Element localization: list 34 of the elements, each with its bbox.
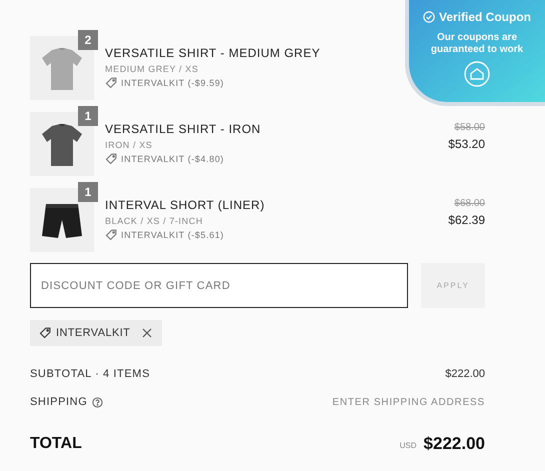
product-variant: MEDIUM GREY / XS bbox=[105, 63, 198, 75]
discount-text: INTERVALKIT (-$5.61) bbox=[121, 229, 224, 241]
total-value: $222.00 bbox=[424, 433, 485, 456]
applied-code: INTERVALKIT bbox=[56, 326, 130, 341]
product-title: VERSATILE SHIRT - IRON bbox=[105, 122, 261, 136]
discount-code-field[interactable]: DISCOUNT CODE OR GIFT CARD bbox=[30, 263, 408, 308]
help-icon[interactable] bbox=[92, 396, 104, 408]
product-title: VERSATILE SHIRT - MEDIUM GREY bbox=[105, 46, 320, 60]
check-icon bbox=[422, 11, 435, 23]
shipping-label: SHIPPING bbox=[30, 394, 88, 410]
subtotal-value: $222.00 bbox=[445, 366, 485, 382]
shipping-value: ENTER SHIPPING ADDRESS bbox=[332, 396, 485, 410]
quantity-badge: 2 bbox=[78, 30, 98, 50]
tag-icon bbox=[39, 327, 51, 339]
original-price: $68.00 bbox=[454, 198, 485, 210]
quantity-badge: 1 bbox=[78, 182, 98, 202]
subtotal-label: SUBTOTAL · 4 ITEMS bbox=[30, 366, 150, 382]
original-price: $58.00 bbox=[454, 122, 485, 134]
discount-text: INTERVALKIT (-$9.59) bbox=[121, 77, 224, 89]
product-variant: IRON / XS bbox=[105, 139, 152, 151]
currency-code: USD bbox=[400, 440, 417, 452]
tag-icon bbox=[105, 229, 117, 241]
tag-icon bbox=[105, 77, 117, 89]
product-variant: BLACK / XS / 7-INCH bbox=[105, 215, 203, 227]
popup-title: Verified Coupon bbox=[438, 9, 531, 26]
product-title: INTERVAL SHORT (LINER) bbox=[105, 198, 265, 212]
total-label: TOTAL bbox=[30, 434, 82, 454]
price: $53.20 bbox=[448, 137, 485, 151]
price: $62.39 bbox=[448, 213, 485, 227]
popup-message: Our coupons are guaranteed to work bbox=[430, 32, 524, 56]
remove-icon[interactable] bbox=[141, 327, 154, 339]
discount-text: INTERVALKIT (-$4.80) bbox=[121, 153, 224, 165]
tag-icon bbox=[105, 153, 117, 165]
quantity-badge: 1 bbox=[78, 106, 98, 126]
